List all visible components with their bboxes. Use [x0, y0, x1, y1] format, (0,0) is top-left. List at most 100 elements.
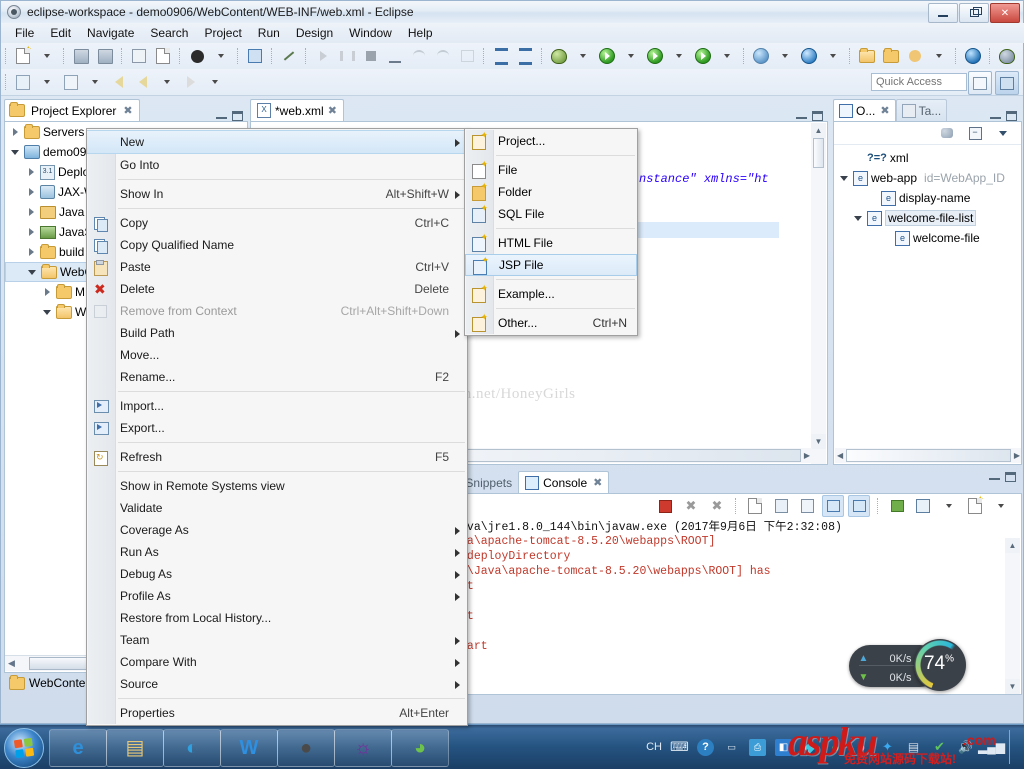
- open-console-icon[interactable]: ✦: [964, 495, 986, 517]
- step-over-icon[interactable]: [408, 45, 430, 67]
- launch-icon[interactable]: [904, 45, 926, 67]
- context-menu-item-new[interactable]: New: [87, 130, 467, 154]
- scroll-up-icon[interactable]: ▲: [811, 123, 826, 138]
- sql-dropdown-icon[interactable]: [822, 45, 844, 67]
- new-perspective-icon[interactable]: [968, 71, 992, 95]
- forward-dropdown-icon[interactable]: [204, 71, 226, 93]
- expand-twisty-icon[interactable]: [41, 286, 53, 298]
- tab-o[interactable]: O... ✖: [833, 99, 896, 121]
- context-menu-item-move[interactable]: Move...: [87, 344, 467, 366]
- terminate-icon[interactable]: [654, 495, 676, 517]
- display-selected-console-icon[interactable]: [912, 495, 934, 517]
- outline-item-xml[interactable]: ?=? xml: [834, 148, 1021, 168]
- sort-icon[interactable]: [936, 122, 958, 144]
- expand-twisty-icon[interactable]: [25, 226, 37, 238]
- menu-file[interactable]: File: [7, 24, 42, 42]
- scroll-up-icon[interactable]: ▲: [1005, 538, 1020, 553]
- pin-console-icon[interactable]: [886, 495, 908, 517]
- project-explorer-context-menu[interactable]: New Go Into Show In Alt+Shift+W Copy Ctrl+C Co…: [86, 128, 468, 726]
- tab-console[interactable]: Console ✖: [518, 471, 610, 493]
- collapse-all-icon[interactable]: −: [964, 122, 986, 144]
- back-dropdown-icon[interactable]: [156, 71, 178, 93]
- user-dropdown-icon[interactable]: [210, 45, 232, 67]
- tab-project-explorer[interactable]: Project Explorer ✖: [4, 99, 140, 121]
- expand-twisty-icon[interactable]: [9, 126, 21, 138]
- export-icon[interactable]: [60, 71, 82, 93]
- context-menu-item-team[interactable]: Team: [87, 629, 467, 651]
- open-console-dropdown-icon[interactable]: [990, 495, 1012, 517]
- step-return-icon[interactable]: [432, 45, 454, 67]
- resume-icon[interactable]: [312, 45, 334, 67]
- menu-navigate[interactable]: Navigate: [79, 24, 142, 42]
- user-icon[interactable]: [186, 45, 208, 67]
- import-icon[interactable]: [12, 71, 34, 93]
- skip-breakpoints-icon[interactable]: [278, 45, 300, 67]
- console-vscrollbar[interactable]: ▲ ▼: [1005, 538, 1020, 694]
- back-history-icon[interactable]: [108, 71, 130, 93]
- export-dropdown-icon[interactable]: [84, 71, 106, 93]
- box-icon[interactable]: ◧: [775, 738, 792, 756]
- print-icon[interactable]: [128, 45, 150, 67]
- terminate-icon[interactable]: [360, 45, 382, 67]
- context-menu-item-compare-with[interactable]: Compare With: [87, 651, 467, 673]
- scroll-down-icon[interactable]: ▼: [1005, 679, 1020, 694]
- maximize-icon[interactable]: [232, 111, 243, 121]
- minimize-icon[interactable]: [990, 114, 1001, 119]
- expand-twisty-icon[interactable]: [25, 246, 37, 258]
- context-menu-item-import[interactable]: Import...: [87, 395, 467, 417]
- new-connection-icon[interactable]: [750, 45, 772, 67]
- ime-indicator[interactable]: CH: [646, 741, 662, 753]
- context-menu-item-source[interactable]: Source: [87, 673, 467, 695]
- clear-console-icon[interactable]: [744, 495, 766, 517]
- view-menu-icon[interactable]: [992, 122, 1014, 144]
- close-icon[interactable]: ✖: [123, 104, 132, 117]
- console-icon[interactable]: [244, 45, 266, 67]
- menu-search[interactable]: Search: [142, 24, 196, 42]
- menu-edit[interactable]: Edit: [42, 24, 79, 42]
- antivirus-icon[interactable]: ✔: [931, 739, 948, 756]
- open-type-icon[interactable]: [490, 45, 512, 67]
- minimize-icon[interactable]: [216, 114, 227, 119]
- forward-icon[interactable]: [180, 71, 202, 93]
- server-dropdown-icon[interactable]: [668, 45, 690, 67]
- outline-item-display-name[interactable]: e display-name: [834, 188, 1021, 208]
- taskbar-item-media-player[interactable]: ●: [277, 729, 335, 767]
- network-icon[interactable]: ▂▄▆: [978, 739, 1005, 756]
- help-icon[interactable]: ?: [697, 738, 714, 756]
- taskbar-item-internet-explorer[interactable]: e: [49, 729, 107, 767]
- scroll-lock-icon[interactable]: [770, 495, 792, 517]
- expand-twisty-icon[interactable]: [25, 166, 37, 178]
- context-menu-item-export[interactable]: Export...: [87, 417, 467, 439]
- remove-launch-icon[interactable]: ✖: [680, 495, 702, 517]
- run-as-server-icon[interactable]: [644, 45, 666, 67]
- profile-icon[interactable]: [692, 45, 714, 67]
- new-wizard-icon[interactable]: ✦: [12, 45, 34, 67]
- new-submenu-item-folder[interactable]: ✦ Folder: [465, 181, 637, 203]
- close-icon[interactable]: ✖: [880, 104, 889, 117]
- maximize-button[interactable]: [959, 3, 989, 23]
- context-menu-item-profile-as[interactable]: Profile As: [87, 585, 467, 607]
- menu-help[interactable]: Help: [400, 24, 441, 42]
- volume-icon[interactable]: 🔊: [957, 739, 974, 756]
- collapse-twisty-icon[interactable]: [838, 172, 850, 184]
- menu-window[interactable]: Window: [341, 24, 400, 42]
- outline-hscrollbar[interactable]: ◀ ▶: [835, 448, 1021, 463]
- outline-item-web-app[interactable]: e web-app id=WebApp_ID: [834, 168, 1021, 188]
- new-submenu-item-example[interactable]: ✦ Example...: [465, 283, 637, 305]
- new-submenu-item-sql-file[interactable]: ✦ SQL File: [465, 203, 637, 225]
- context-menu-item-delete[interactable]: ✖ Delete Delete: [87, 278, 467, 300]
- refresh-resource-icon[interactable]: [152, 45, 174, 67]
- suspend-icon[interactable]: [336, 45, 358, 67]
- outline-item-welcome-file-list[interactable]: e welcome-file-list: [834, 208, 1021, 228]
- run-on-server-icon[interactable]: [996, 45, 1018, 67]
- taskbar-item-wps-writer[interactable]: W: [220, 729, 278, 767]
- new-submenu-item-project[interactable]: ✦ Project...: [465, 130, 637, 152]
- outline-item-welcome-file[interactable]: e welcome-file: [834, 228, 1021, 248]
- open-folder-icon[interactable]: [880, 45, 902, 67]
- context-menu-item-validate[interactable]: Validate: [87, 497, 467, 519]
- context-menu-item-copy-qualified-name[interactable]: Copy Qualified Name: [87, 234, 467, 256]
- new-submenu-item-file[interactable]: ✦ File: [465, 159, 637, 181]
- close-icon[interactable]: ✖: [593, 476, 602, 489]
- context-menu-item-paste[interactable]: Paste Ctrl+V: [87, 256, 467, 278]
- word-wrap-icon[interactable]: [796, 495, 818, 517]
